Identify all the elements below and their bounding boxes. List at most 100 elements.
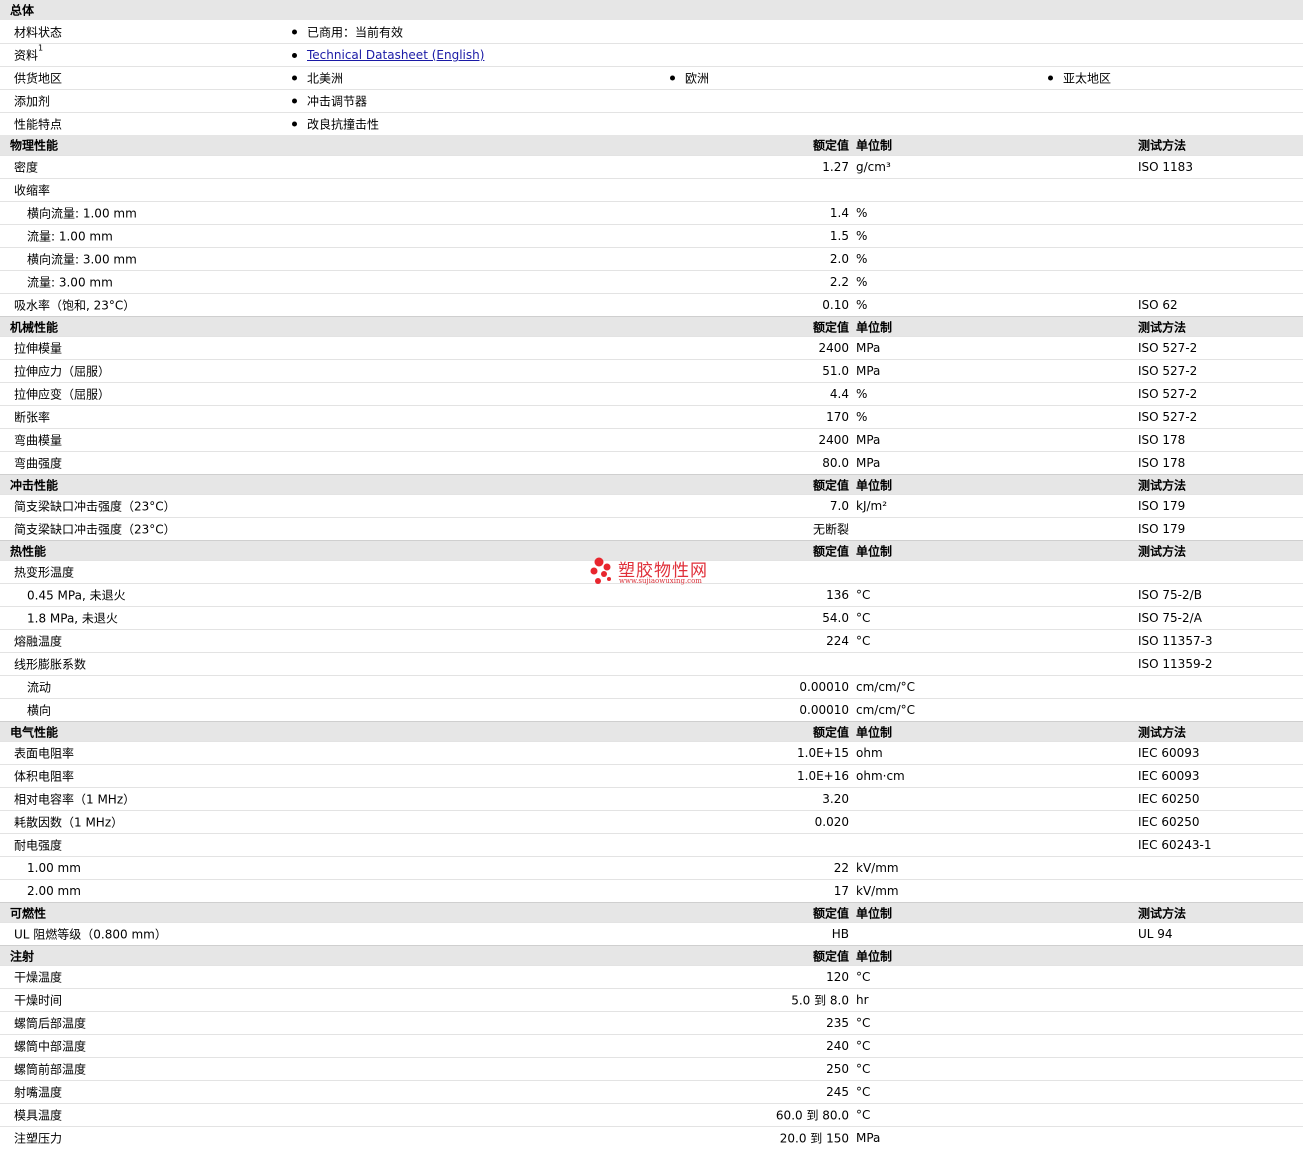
property-row: 流量: 3.00 mm 2.2%: [0, 270, 1303, 293]
property-value: 245: [826, 1085, 849, 1099]
property-value: 51.0: [822, 364, 849, 378]
property-unit: ohm: [856, 746, 883, 760]
property-name: 体积电阻率: [14, 769, 75, 784]
general-option-text: 已商用：当前有效: [307, 25, 404, 39]
property-test-method: ISO 527-2: [1138, 387, 1198, 401]
general-row-label: 添加剂: [14, 93, 50, 110]
watermark-logo-icon: [590, 557, 611, 584]
property-row: 相对电容率（1 MHz） 3.20 IEC 60250: [0, 787, 1303, 810]
property-test-method: IEC 60093: [1138, 746, 1200, 760]
property-row: 1.00 mm 22 kV/mm: [0, 856, 1303, 879]
property-row: 简支梁缺口冲击强度（23°C） 7.0 kJ/m² ISO 179: [0, 494, 1303, 517]
general-row-label: 材料状态: [14, 23, 62, 40]
property-name: 横向: [27, 703, 52, 718]
column-header-unit: 单位制: [856, 906, 893, 920]
property-unit: °C: [856, 1085, 871, 1099]
property-row: 横向 0.00010 cm/cm/°C: [0, 698, 1303, 721]
property-value: 0.00010: [799, 680, 849, 694]
general-option: 已商用：当前有效: [292, 23, 403, 40]
column-header-test: 测试方法: [1138, 138, 1187, 153]
property-value: 1.0E+16: [797, 769, 849, 783]
property-unit: MPa: [856, 1131, 881, 1145]
property-test-method: ISO 179: [1138, 522, 1186, 536]
property-value: 4.4: [829, 387, 849, 401]
property-row: 1.8 MPa, 未退火 54.0 °C ISO 75-2/A: [0, 606, 1303, 629]
section-title: 热性能: [10, 544, 47, 558]
property-value: 60.0 到 80.0: [775, 1108, 849, 1123]
general-row-label: 资料1: [14, 44, 43, 64]
property-unit: kV/mm: [856, 884, 899, 898]
property-name: 模具温度: [14, 1108, 63, 1123]
section-title: 电气性能: [10, 725, 59, 739]
column-header-unit: 单位制: [856, 478, 893, 492]
column-header-value: 额定值: [812, 906, 849, 920]
property-unit: MPa: [856, 433, 881, 447]
property-row: 熔融温度 224 °C ISO 11357-3: [0, 629, 1303, 652]
property-name: 0.45 MPa, 未退火: [27, 588, 126, 603]
property-value: 136: [826, 588, 849, 602]
general-option-text: 冲击调节器: [307, 94, 368, 109]
property-row: 横向流量: 1.00 mm 1.4%: [0, 201, 1303, 224]
bullet-icon: [292, 121, 297, 127]
property-row: 干燥温度 120 °C: [0, 965, 1303, 988]
property-row: 断张率 170% ISO 527-2: [0, 405, 1303, 428]
property-row: 简支梁缺口冲击强度（23°C） 无断裂 ISO 179: [0, 517, 1303, 540]
bullet-icon: [292, 98, 297, 104]
property-test-method: ISO 11357-3: [1138, 634, 1213, 648]
property-name: 螺筒前部温度: [14, 1062, 87, 1077]
general-option-text: 改良抗撞击性: [307, 117, 380, 132]
property-name: 流量: 3.00 mm: [27, 275, 113, 290]
property-row: 螺筒后部温度 235 °C: [0, 1011, 1303, 1034]
general-row-label-text: 添加剂: [14, 94, 51, 109]
column-header-test: 测试方法: [1138, 478, 1187, 492]
bullet-icon: [670, 75, 675, 81]
property-unit: %: [856, 229, 868, 243]
general-option-text: 欧洲: [685, 71, 710, 86]
property-value: 0.020: [814, 815, 849, 829]
general-row-label: 供货地区: [14, 70, 62, 87]
property-unit: %: [856, 206, 868, 220]
property-value: 0.00010: [799, 703, 849, 717]
property-name: 1.8 MPa, 未退火: [27, 611, 118, 626]
column-header-test: 测试方法: [1138, 725, 1187, 739]
property-value: 0.10: [822, 298, 849, 312]
property-test-method: ISO 527-2: [1138, 364, 1198, 378]
property-name: 螺筒后部温度: [14, 1016, 87, 1031]
property-row: 螺筒前部温度 250 °C: [0, 1057, 1303, 1080]
section-title: 可燃性: [10, 906, 47, 920]
property-unit: °C: [856, 588, 871, 602]
property-row: 拉伸应力（屈服） 51.0 MPa ISO 527-2: [0, 359, 1303, 382]
property-row: 拉伸应变（屈服） 4.4% ISO 527-2: [0, 382, 1303, 405]
column-header-unit: 单位制: [856, 320, 893, 334]
property-unit: ohm·cm: [856, 769, 905, 783]
property-test-method: UL 94: [1138, 927, 1173, 941]
property-row: 拉伸模量 2400 MPa ISO 527-2: [0, 336, 1303, 359]
property-name: UL 阻燃等级（0.800 mm）: [14, 927, 167, 942]
column-header-value: 额定值: [812, 320, 849, 334]
datasheet-link[interactable]: Technical Datasheet (English): [307, 48, 484, 62]
general-row-label-text: 供货地区: [14, 71, 63, 86]
property-unit: MPa: [856, 364, 881, 378]
property-name: 耗散因数（1 MHz）: [14, 815, 124, 830]
property-unit: °C: [856, 1016, 871, 1030]
property-row: 流量: 1.00 mm 1.5%: [0, 224, 1303, 247]
property-test-method: ISO 75-2/A: [1138, 611, 1202, 625]
general-option[interactable]: Technical Datasheet (English): [292, 48, 484, 62]
property-name: 拉伸应力（屈服）: [14, 364, 111, 379]
property-value: HB: [831, 927, 849, 941]
column-header-test: 测试方法: [1138, 320, 1187, 334]
general-option: 北美洲: [292, 70, 343, 87]
property-unit: hr: [856, 993, 869, 1007]
property-unit: kV/mm: [856, 861, 899, 875]
property-name: 流动: [27, 680, 52, 695]
property-value: 1.4: [829, 206, 849, 220]
property-name: 弯曲模量: [14, 433, 63, 448]
property-unit: MPa: [856, 456, 881, 470]
property-name: 表面电阻率: [14, 746, 75, 761]
property-value: 80.0: [822, 456, 849, 470]
property-unit: °C: [856, 634, 871, 648]
property-name: 螺筒中部温度: [14, 1039, 87, 1054]
property-value: 224: [826, 634, 849, 648]
property-name: 拉伸模量: [14, 341, 63, 356]
column-header-value: 额定值: [812, 478, 849, 492]
